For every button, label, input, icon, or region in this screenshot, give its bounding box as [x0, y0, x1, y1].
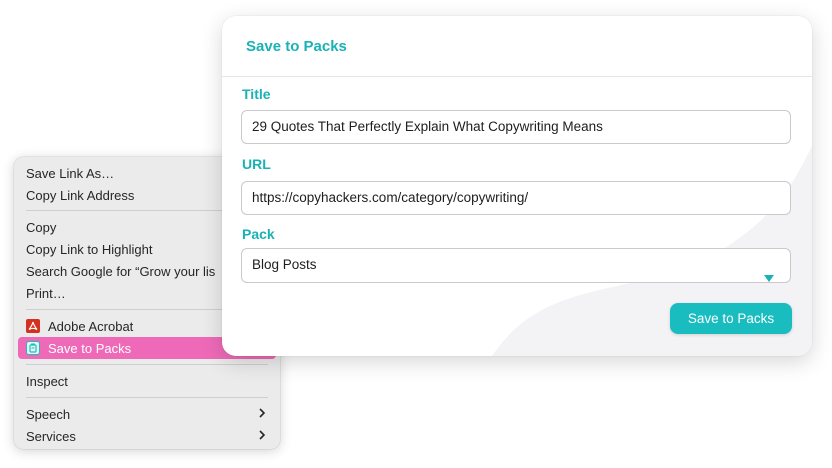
dialog-header: Save to Packs	[222, 16, 812, 77]
menu-item-services[interactable]: Services	[18, 425, 276, 447]
save-to-packs-dialog: Save to Packs Title 29 Quotes That Perfe…	[222, 16, 812, 356]
menu-item-label: Copy Link to Highlight	[26, 241, 153, 257]
menu-divider	[26, 364, 268, 365]
menu-item-label: Speech	[26, 406, 71, 422]
menu-item-label: Copy Link Address	[26, 187, 135, 203]
pack-label: Pack	[242, 226, 275, 242]
menu-item-label: Copy	[26, 219, 57, 235]
menu-item-inspect[interactable]: Inspect	[18, 370, 276, 392]
menu-item-label: Search Google for “Grow your lis	[26, 263, 216, 279]
menu-item-label: Save to Packs	[48, 340, 132, 356]
dialog-title: Save to Packs	[246, 38, 347, 55]
url-field[interactable]: https://copyhackers.com/category/copywri…	[241, 181, 791, 215]
pack-select[interactable]: Blog Posts	[241, 248, 791, 283]
adobe-acrobat-icon	[26, 319, 40, 333]
url-label: URL	[242, 156, 271, 172]
menu-item-label: Print…	[26, 285, 66, 301]
chevron-right-icon	[258, 428, 266, 442]
save-to-packs-button[interactable]: Save to Packs	[670, 303, 792, 334]
dropdown-triangle-icon	[763, 263, 775, 282]
menu-divider	[26, 397, 268, 398]
menu-item-label: Adobe Acrobat	[48, 318, 134, 334]
packs-icon	[26, 341, 40, 355]
title-label: Title	[242, 86, 271, 102]
title-field[interactable]: 29 Quotes That Perfectly Explain What Co…	[241, 110, 791, 144]
pack-select-value: Blog Posts	[252, 257, 317, 272]
menu-item-label: Services	[26, 428, 76, 444]
menu-item-label: Inspect	[26, 373, 68, 389]
chevron-right-icon	[258, 406, 266, 420]
menu-item-label: Save Link As…	[26, 165, 115, 181]
menu-item-speech[interactable]: Speech	[18, 403, 276, 425]
